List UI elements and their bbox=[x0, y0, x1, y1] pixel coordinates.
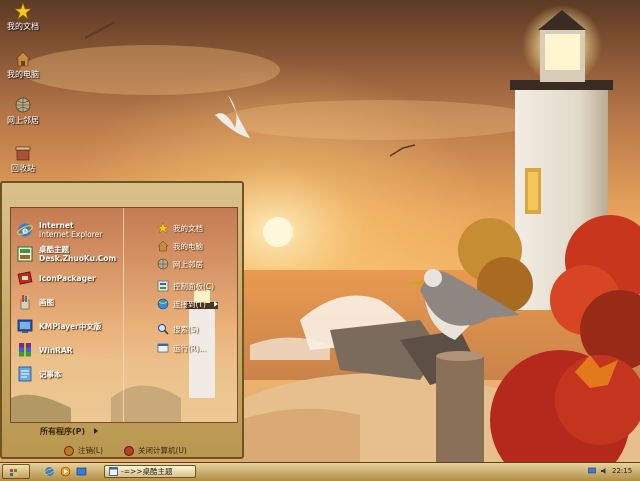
window-icon bbox=[109, 467, 118, 476]
start-menu-item-paint[interactable]: 画图 bbox=[17, 292, 54, 312]
all-programs-arrow-icon bbox=[94, 428, 98, 434]
globe-icon bbox=[15, 97, 31, 113]
shutdown-button[interactable]: 关闭计算机(U) bbox=[124, 445, 187, 456]
recycle-bin-icon bbox=[15, 146, 31, 161]
start-menu-item-iconpackager[interactable]: IconPackager bbox=[17, 268, 96, 288]
start-menu: e Internet Internet Explorer 桌酷主题 Desk.Zhu… bbox=[0, 181, 244, 459]
desktop-icon-recycle-bin[interactable]: 回收站 bbox=[0, 144, 46, 174]
start-menu-right-control-panel[interactable]: 控制面板(C) bbox=[157, 279, 214, 293]
start-menu-right-label: 控制面板(C) bbox=[173, 281, 215, 291]
svg-text:e: e bbox=[22, 227, 28, 237]
start-menu-right-network[interactable]: 网上邻居 bbox=[157, 257, 203, 271]
logoff-button[interactable]: 注销(L) bbox=[64, 445, 103, 456]
start-button[interactable] bbox=[2, 464, 30, 479]
start-menu-right-label: 我的文档 bbox=[173, 223, 203, 233]
start-menu-item-title: Internet bbox=[39, 221, 74, 230]
start-menu-item-subtitle: Internet Explorer bbox=[39, 230, 103, 239]
start-menu-item-title: IconPackager bbox=[39, 273, 96, 283]
star-icon bbox=[14, 2, 32, 20]
taskbar-clock: 22:15 bbox=[612, 467, 633, 475]
logoff-label: 注销(L) bbox=[78, 446, 104, 455]
start-menu-right-connect-to[interactable]: 连接到(T) bbox=[157, 297, 218, 311]
quicklaunch-ie-icon[interactable] bbox=[44, 466, 55, 477]
notepad-icon bbox=[18, 366, 32, 382]
control-panel-icon bbox=[157, 280, 169, 292]
desktop-icon-my-computer[interactable]: 我的电脑 bbox=[0, 50, 46, 80]
quicklaunch-media-icon[interactable] bbox=[60, 466, 71, 477]
taskbar-window-title: -=>>桌酷主题 bbox=[121, 467, 173, 476]
search-icon bbox=[158, 324, 169, 335]
start-menu-right-my-computer[interactable]: 我的电脑 bbox=[157, 239, 203, 253]
start-menu-panel: e Internet Internet Explorer 桌酷主题 Desk.Zhu… bbox=[10, 207, 238, 423]
star-icon bbox=[157, 222, 169, 234]
start-menu-right-label: 连接到(T) bbox=[173, 299, 206, 309]
desktop-icon-label: 网上邻居 bbox=[7, 116, 39, 125]
start-menu-item-subtitle: Desk.ZhuoKu.Com bbox=[39, 254, 117, 263]
start-menu-item-title: KMPlayer中文版 bbox=[39, 321, 102, 331]
power-icon bbox=[124, 445, 134, 456]
iconpackager-icon bbox=[17, 271, 33, 285]
windows-logo-icon bbox=[10, 469, 17, 476]
taskbar-window-button[interactable]: -=>>桌酷主题 bbox=[104, 465, 196, 478]
theme-icon bbox=[17, 246, 33, 262]
start-menu-divider bbox=[123, 208, 124, 422]
start-menu-right-label: 搜索(S) bbox=[173, 324, 199, 334]
start-menu-item-winrar[interactable]: WinRAR bbox=[17, 340, 73, 360]
start-menu-item-kmplayer[interactable]: KMPlayer中文版 bbox=[17, 316, 101, 336]
house-icon bbox=[15, 51, 31, 67]
start-menu-right-my-documents[interactable]: 我的文档 bbox=[157, 221, 203, 235]
shutdown-label: 关闭计算机(U) bbox=[138, 446, 187, 455]
desktop-icon-label: 回收站 bbox=[11, 164, 35, 173]
paint-icon bbox=[20, 295, 30, 310]
internet-explorer-icon: e bbox=[17, 223, 33, 237]
start-menu-background-art bbox=[11, 290, 237, 422]
winrar-icon bbox=[19, 343, 31, 357]
kmplayer-icon bbox=[17, 319, 33, 333]
start-menu-item-title: WinRAR bbox=[39, 345, 73, 355]
start-menu-item-notepad[interactable]: 记事本 bbox=[17, 364, 62, 384]
start-menu-item-title: 桌酷主题 bbox=[39, 245, 69, 254]
network-icon bbox=[157, 298, 169, 310]
house-icon bbox=[157, 240, 169, 252]
tray-volume-icon[interactable] bbox=[600, 467, 608, 475]
desktop-icon-label: 我的文档 bbox=[7, 22, 39, 31]
start-menu-right-run[interactable]: 运行(R)... bbox=[157, 341, 206, 355]
desktop-icon-network[interactable]: 网上邻居 bbox=[0, 96, 46, 126]
start-menu-item-title: 画图 bbox=[39, 297, 54, 307]
start-menu-item-internet-explorer[interactable]: e Internet Internet Explorer bbox=[17, 220, 102, 240]
start-menu-item-zhuoku-theme[interactable]: 桌酷主题 Desk.ZhuoKu.Com bbox=[17, 244, 116, 264]
start-menu-right-label: 网上邻居 bbox=[173, 259, 203, 269]
start-menu-right-search[interactable]: 搜索(S) bbox=[157, 322, 199, 336]
desktop-icon-my-documents[interactable]: 我的文档 bbox=[0, 2, 46, 32]
run-icon bbox=[157, 343, 169, 353]
globe-icon bbox=[157, 258, 169, 270]
taskbar: -=>>桌酷主题 22:15 bbox=[0, 462, 640, 481]
quicklaunch-desktop-icon[interactable] bbox=[76, 466, 87, 477]
start-menu-item-title: 记事本 bbox=[39, 369, 62, 379]
desktop-icon-label: 我的电脑 bbox=[7, 70, 39, 79]
logoff-icon bbox=[64, 445, 74, 456]
all-programs-button[interactable]: 所有程序(P) bbox=[40, 426, 85, 437]
start-menu-right-label: 我的电脑 bbox=[173, 241, 203, 251]
tray-network-icon[interactable] bbox=[588, 467, 596, 475]
start-menu-right-label: 运行(R)... bbox=[173, 343, 207, 353]
submenu-arrow-icon bbox=[213, 301, 218, 307]
